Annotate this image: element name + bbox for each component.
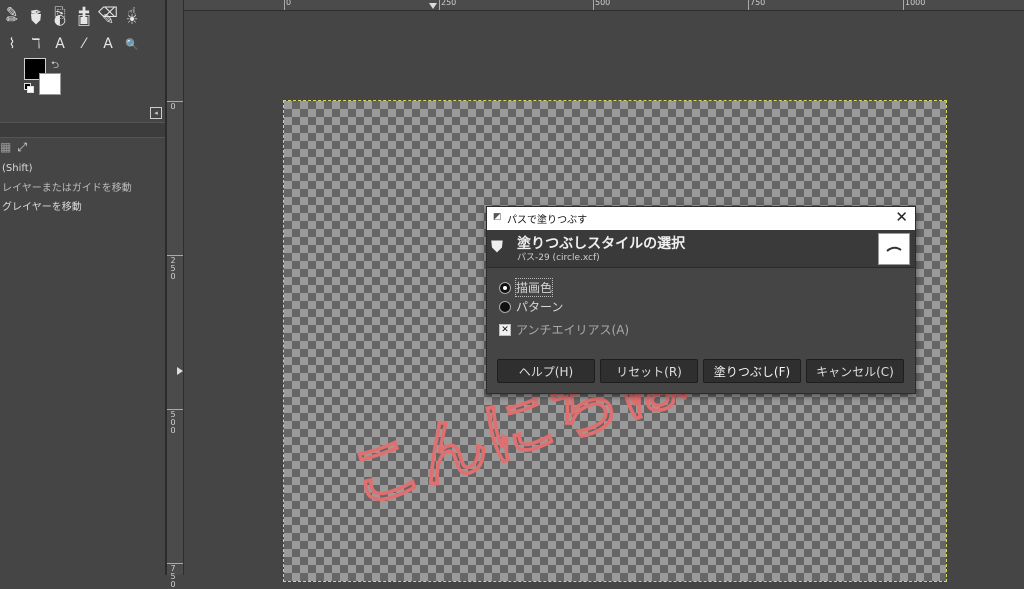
configure-tab-icon[interactable]: ◂	[150, 107, 162, 119]
radio-label: 描画色	[514, 278, 554, 297]
tool-options-icons: ▦ ⤢	[0, 140, 27, 155]
ruler-pointer-icon	[429, 3, 437, 9]
text-tool-icon[interactable]: ✎	[96, 9, 120, 31]
pencil-icon[interactable]: ✏	[0, 9, 24, 31]
fill-path-dialog: ◩ パスで塗りつぶす ✕ ⛊ 塗りつぶしスタイルの選択 パス-29 (circl…	[486, 206, 916, 394]
color-swatches: ⮌	[24, 58, 64, 98]
ruler-pointer-icon	[177, 367, 183, 375]
radio-fg-color[interactable]: 描画色	[499, 278, 554, 297]
dialog-header-subtitle: パス-29 (circle.xcf)	[517, 253, 600, 263]
paintbucket-icon[interactable]: ⛊	[24, 9, 48, 31]
horizontal-ruler[interactable]: 0 250 500 750 1000	[183, 0, 1024, 11]
paths-tool-icon[interactable]: ℸ	[24, 33, 48, 55]
path-mode-icon[interactable]: ⤢	[17, 140, 27, 155]
text-icon[interactable]: A	[48, 33, 72, 55]
option-shift-label: (Shift)	[2, 163, 33, 174]
ruler-label: 500	[595, 0, 611, 7]
gradient-icon[interactable]: ◐	[48, 9, 72, 31]
perspective-clone-icon[interactable]: ▣	[72, 9, 96, 31]
image-thumbnail	[878, 233, 910, 265]
reset-colors-icon[interactable]	[24, 83, 34, 93]
radio-button[interactable]	[499, 281, 511, 294]
color-picker-icon[interactable]: ⁄	[72, 33, 96, 55]
zoom-icon[interactable]: 🔍	[120, 33, 144, 55]
ruler-tick	[284, 0, 285, 10]
radio-pattern[interactable]: パターン	[499, 298, 563, 315]
option-move-layer-label[interactable]: グレイヤーを移動	[2, 198, 82, 213]
close-icon[interactable]: ✕	[895, 208, 908, 226]
dodge-icon[interactable]: ☀	[120, 9, 144, 31]
tool-row-2: ✏ ⛊ ◐ ▣ ✎ ☀	[0, 9, 144, 31]
toolbox-panel: ✎ ✒ ⎘ ✚ ⌫ ☝ ✏ ⛊ ◐ ▣ ✎ ☀ ⌇ ℸ A ⁄ A 🔍 ⮌ ◂ …	[0, 0, 165, 575]
checkbox-label: アンチエイリアス(A)	[516, 323, 630, 337]
checkbox-box[interactable]: ✕	[499, 323, 511, 336]
paintbucket-icon: ◩	[493, 212, 502, 222]
dialog-header: ⛊ 塗りつぶしスタイルの選択 パス-29 (circle.xcf)	[487, 230, 915, 268]
brush-icon[interactable]: ⌇	[0, 33, 24, 55]
dialog-titlebar[interactable]: ◩ パスで塗りつぶす ✕	[487, 207, 915, 230]
ruler-label: 1000	[905, 0, 926, 7]
ruler-tick	[439, 0, 440, 10]
ruler-tick	[903, 0, 904, 10]
ruler-label: 750	[750, 0, 766, 7]
tool-row-3: ⌇ ℸ A ⁄ A 🔍	[0, 33, 144, 55]
reset-button[interactable]: リセット(R)	[600, 359, 698, 383]
dialog-window-title: パスで塗りつぶす	[507, 215, 588, 226]
panel-divider	[0, 122, 165, 138]
measure-icon[interactable]: A	[96, 33, 120, 55]
layer-mode-icon[interactable]: ▦	[0, 140, 11, 155]
ruler-label: 0	[286, 0, 292, 7]
cancel-button[interactable]: キャンセル(C)	[806, 359, 904, 383]
antialias-checkbox[interactable]: ✕ アンチエイリアス(A)	[499, 321, 629, 338]
ruler-tick	[593, 0, 594, 10]
fill-button[interactable]: 塗りつぶし(F)	[703, 359, 801, 383]
vertical-ruler[interactable]: 0 250 500 750	[167, 0, 184, 589]
help-button[interactable]: ヘルプ(H)	[497, 359, 595, 383]
ruler-label: 500	[170, 410, 176, 435]
ruler-label: 250	[441, 0, 457, 7]
background-color-swatch[interactable]	[39, 73, 61, 95]
ruler-tick	[748, 0, 749, 10]
option-move-guide-label[interactable]: レイヤーまたはガイドを移動	[2, 179, 132, 194]
ruler-label: 250	[170, 256, 176, 281]
ruler-label: 750	[170, 564, 176, 589]
swap-colors-icon[interactable]: ⮌	[51, 58, 59, 75]
paintbucket-icon: ⛊	[491, 237, 504, 256]
radio-label: パターン	[516, 300, 564, 314]
ruler-label: 0	[170, 102, 176, 111]
radio-button[interactable]	[499, 300, 511, 313]
